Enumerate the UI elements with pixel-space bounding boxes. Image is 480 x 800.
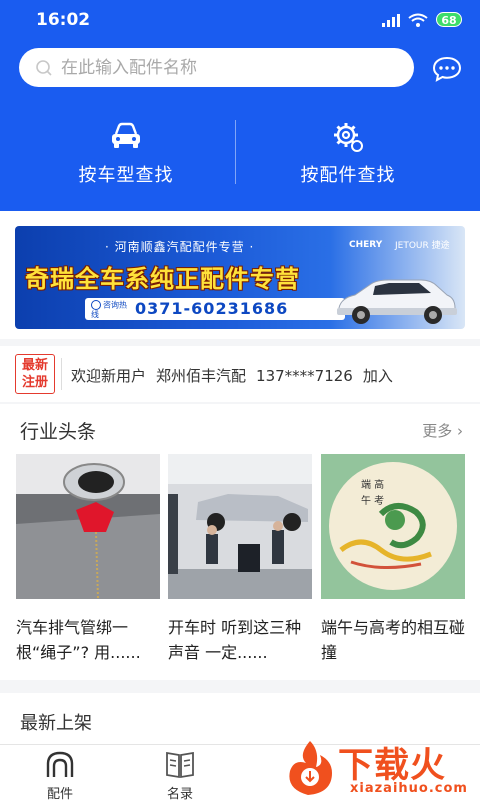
search-input[interactable] [61,57,381,78]
quick-nav: 按车型查找 按配件查找 [0,115,480,190]
signal-icon [382,13,400,27]
news-image-dragon-boat: 端 高 午 考 [321,454,465,599]
wifi-icon [408,13,428,27]
industry-news-section: 行业头条 更多 › 汽车排气管绑一根“绳子”? 用...... 开车时 听到这三… [0,404,480,680]
promo-banner[interactable]: · 河南顺鑫汽配配件专营 · 奇瑞全车系纯正配件专营 咨询热线 0371-602… [15,226,465,329]
status-bar: 16:02 68 [0,0,480,40]
jetour-logo: JETOUR 捷途 [395,241,450,251]
battery-icon: 68 [436,12,462,27]
nav-divider [235,120,236,184]
car-icon [112,122,140,148]
news-card[interactable]: 汽车排气管绑一根“绳子”? 用...... [16,454,160,665]
book-icon [166,751,194,779]
find-by-model-label: 按车型查找 [78,165,174,186]
search-icon [36,59,52,76]
phone-icon [91,300,101,310]
find-by-model-button[interactable]: 按车型查找 [16,115,236,190]
watermark: 下载火 xiazaihuo.com [280,737,480,800]
banner-phone: 0371-60231686 [135,299,289,318]
registration-notice: 最新注册 欢迎新用户 郑州佰丰汽配 137****7126 加入 [0,346,480,402]
tab-label: 配件 [46,787,73,800]
section-title: 行业头条 [20,421,97,443]
message-icon[interactable] [432,56,462,82]
svg-text:端 高: 端 高 [361,478,384,491]
tab-directory[interactable]: 名录 [130,745,230,800]
tab-label: 名录 [166,787,193,800]
banner-top-text: · 河南顺鑫汽配配件专营 · [105,240,255,254]
more-link[interactable]: 更多 › [422,420,463,441]
chery-logo: CHERY [349,240,383,250]
home-arch-icon [46,751,74,777]
news-card[interactable]: 开车时 听到这三种声音 一定...... [168,454,312,665]
notice-text: 欢迎新用户 郑州佰丰汽配 137****7126 加入 [71,367,393,385]
news-card[interactable]: 端 高 午 考 端午与高考的相互碰撞 [321,454,465,665]
section-title: 最新上架 [20,713,92,734]
find-by-part-label: 按配件查找 [300,165,396,186]
banner-main-text: 奇瑞全车系纯正配件专营 [25,265,300,293]
news-caption: 端午与高考的相互碰撞 [321,618,465,662]
watermark-url: xiazaihuo.com [350,781,468,796]
suv-car-image [337,279,457,324]
search-bar[interactable] [19,48,414,87]
notice-divider [61,358,62,390]
gear-icon [334,123,363,152]
banner-hotline-label: 咨询热线 [91,300,127,319]
news-caption: 汽车排气管绑一根“绳子”? 用...... [16,618,141,662]
news-caption: 开车时 听到这三种声音 一定...... [168,618,302,662]
new-registration-badge: 最新注册 [15,354,55,394]
news-image-exhaust [16,454,160,600]
status-time: 16:02 [36,10,91,30]
chevron-right-icon: › [457,422,463,440]
status-icons: 68 [382,12,462,27]
svg-text:午 考: 午 考 [361,494,384,507]
tab-parts[interactable]: 配件 [10,745,110,800]
flame-logo-icon [289,741,332,795]
news-image-garage [168,454,312,599]
find-by-part-button[interactable]: 按配件查找 [238,115,458,190]
